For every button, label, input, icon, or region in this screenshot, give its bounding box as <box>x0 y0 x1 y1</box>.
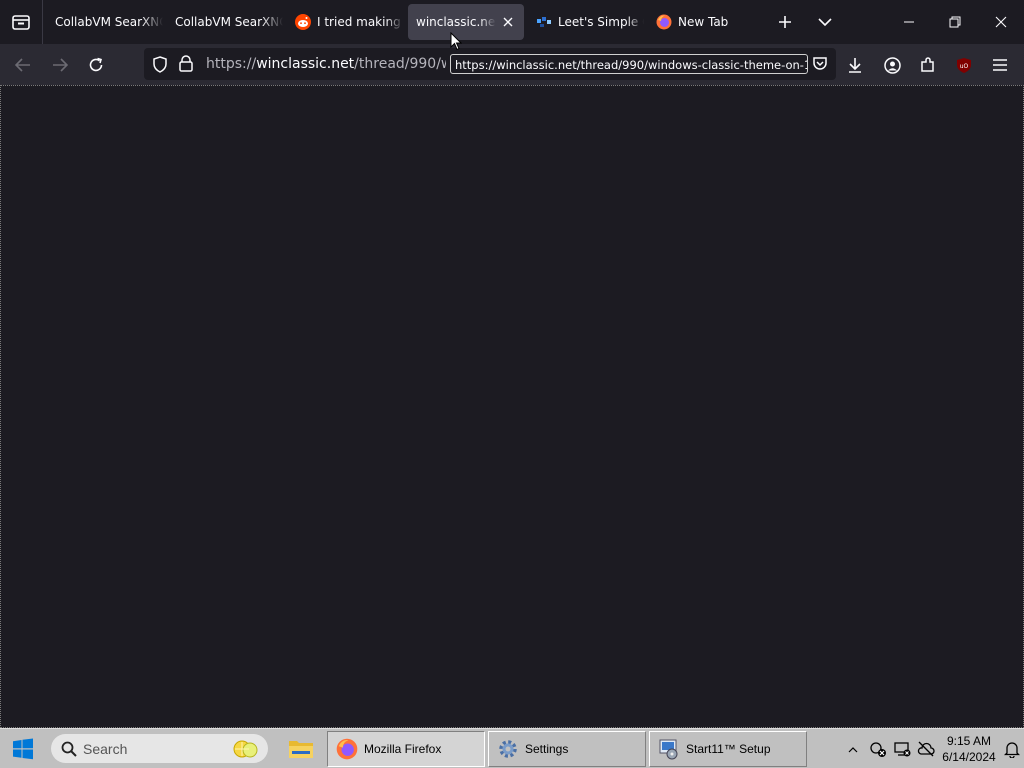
url-text[interactable]: https://winclassic.net/thread/990/window… <box>206 56 446 72</box>
arrow-right-icon <box>53 58 68 72</box>
list-all-tabs-button[interactable] <box>811 8 839 36</box>
account-button[interactable] <box>877 50 907 80</box>
minimize-button[interactable] <box>886 0 932 44</box>
folder-icon <box>289 741 313 758</box>
tab-winclassic[interactable]: winclassic.net/thread/990 <box>408 4 524 40</box>
site-icon <box>537 17 551 27</box>
ublock-origin-icon: uO <box>957 57 971 73</box>
back-button[interactable] <box>8 50 38 80</box>
url-host: winclassic.net <box>256 56 355 72</box>
minimize-icon <box>904 21 914 23</box>
clock-time: 9:15 AM <box>946 734 992 748</box>
mouse-cursor-icon <box>450 32 462 51</box>
start-button[interactable] <box>6 735 40 763</box>
search-highlight-icon <box>233 740 258 758</box>
restore-button[interactable] <box>932 0 978 44</box>
onedrive-off-icon[interactable] <box>916 739 936 759</box>
tab-label: winclassic.net/thread/990 <box>416 15 496 29</box>
taskbar-app-label: Start11™ Setup <box>686 742 771 756</box>
lock-icon[interactable] <box>179 55 193 76</box>
svg-text:uO: uO <box>960 63 969 70</box>
tab-collabvm-2[interactable]: CollabVM SearXNG <box>167 4 283 40</box>
taskbar-app-label: Mozilla Firefox <box>364 742 442 756</box>
tab-reddit[interactable]: I tried making <box>287 4 403 40</box>
windows-logo-icon <box>13 738 33 760</box>
url-prefix: https:// <box>206 56 257 72</box>
file-explorer-button[interactable] <box>283 733 319 765</box>
chevron-up-icon <box>848 746 858 752</box>
chevron-down-icon <box>818 18 832 27</box>
arrow-left-icon <box>15 58 30 72</box>
taskbar-search[interactable]: Search <box>51 734 268 763</box>
taskbar: Search Mozilla Firefox Settings Start11™… <box>0 728 1024 768</box>
taskbar-app-settings[interactable]: Settings <box>488 731 646 767</box>
taskbar-clock[interactable]: 9:15 AM 6/14/2024 <box>936 733 1002 765</box>
extensions-button[interactable] <box>913 50 943 80</box>
tab-label: Leet's Simple Guide <box>558 15 644 29</box>
network-icon[interactable] <box>892 739 912 759</box>
plus-icon <box>779 16 791 28</box>
search-placeholder: Search <box>83 740 128 757</box>
notification-bell-icon[interactable] <box>1002 739 1022 759</box>
firefox-view-icon <box>12 15 30 30</box>
forward-button[interactable] <box>45 50 75 80</box>
tab-label: I tried making <box>317 15 401 29</box>
close-window-button[interactable] <box>978 0 1024 44</box>
new-tab-button[interactable] <box>771 8 799 36</box>
tab-label: New Tab <box>678 15 729 29</box>
reload-button[interactable] <box>81 50 111 80</box>
downloads-button[interactable] <box>840 50 870 80</box>
ublock-origin-button[interactable]: uO <box>949 50 979 80</box>
setup-icon <box>658 738 680 760</box>
gear-icon <box>497 738 519 760</box>
show-hidden-icons-button[interactable] <box>843 739 863 759</box>
download-icon <box>849 58 861 73</box>
taskbar-app-start11-setup[interactable]: Start11™ Setup <box>649 731 807 767</box>
tab-collabvm-1[interactable]: CollabVM SearXNG <box>47 4 163 40</box>
reddit-icon <box>295 14 311 30</box>
taskbar-app-firefox[interactable]: Mozilla Firefox <box>327 731 485 767</box>
firefox-view-button[interactable] <box>0 0 43 44</box>
url-tooltip: https://winclassic.net/thread/990/window… <box>450 54 808 74</box>
tab-label: CollabVM SearXNG <box>175 15 283 29</box>
pocket-icon[interactable] <box>812 56 828 76</box>
close-icon <box>995 16 1007 28</box>
search-icon <box>61 741 77 757</box>
reload-icon <box>89 57 103 72</box>
close-tab-icon[interactable] <box>500 14 516 30</box>
account-icon <box>883 56 901 74</box>
page-content-area[interactable] <box>0 85 1024 728</box>
puzzle-icon <box>921 57 934 72</box>
restore-icon <box>949 16 961 28</box>
app-menu-button[interactable] <box>985 50 1015 80</box>
firefox-icon <box>336 738 358 760</box>
taskbar-app-label: Settings <box>525 742 569 756</box>
hamburger-menu-icon <box>993 59 1007 71</box>
tab-label: CollabVM SearXNG <box>55 15 163 29</box>
tab-strip: CollabVM SearXNG CollabVM SearXNG I trie… <box>0 0 1024 44</box>
tab-new-tab[interactable]: New Tab <box>648 4 764 40</box>
clock-date: 6/14/2024 <box>942 750 996 764</box>
url-path: /thread/990/windows-classic-theme-on-190… <box>354 56 446 72</box>
tray-update-icon[interactable] <box>868 739 888 759</box>
tab-leets-guide[interactable]: Leet's Simple Guide <box>528 4 644 40</box>
firefox-icon <box>656 14 672 30</box>
tracking-protection-icon[interactable] <box>152 56 168 77</box>
